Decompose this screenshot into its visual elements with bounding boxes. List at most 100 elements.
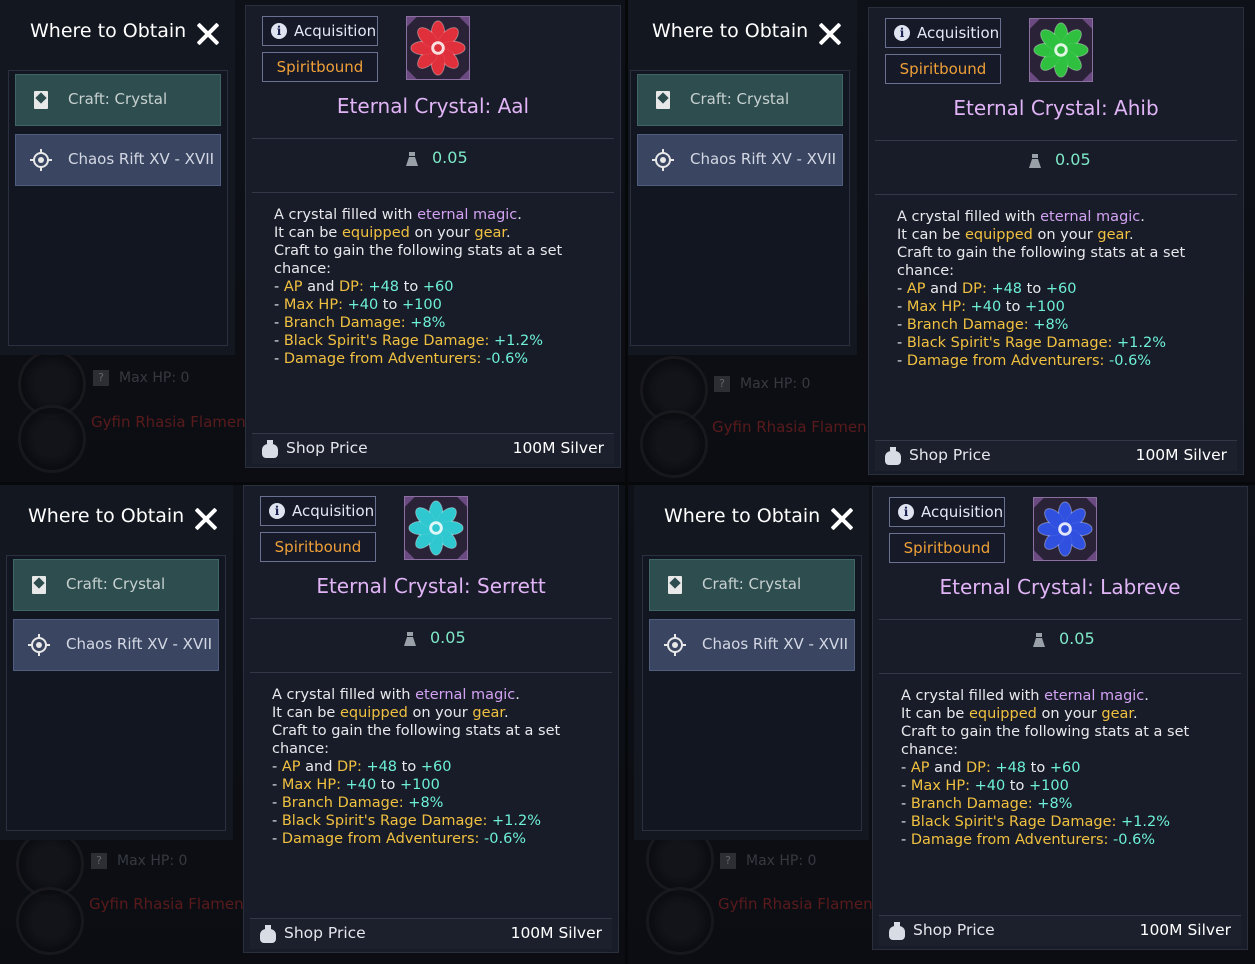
close-icon[interactable] bbox=[830, 507, 854, 531]
chaos-rift-button[interactable]: Chaos Rift XV - XVII bbox=[649, 619, 855, 671]
shop-price-label: Shop Price bbox=[286, 439, 368, 457]
craft-label: Craft: Crystal bbox=[702, 575, 802, 593]
craft-crystal-button[interactable]: Craft: Crystal bbox=[15, 74, 221, 126]
divider bbox=[250, 672, 612, 673]
background-stat: Max HP: 0 bbox=[746, 853, 817, 869]
stat-ap-dp: - AP and DP: +48 to +60 bbox=[901, 760, 1081, 776]
shop-price-row: Shop Price 100M Silver bbox=[250, 918, 612, 949]
shop-price-row: Shop Price 100M Silver bbox=[875, 440, 1237, 471]
item-view-3: ? Max HP: 0 Gyfin Rhasia Flamen Where to… bbox=[0, 485, 625, 964]
crystal-icon bbox=[1033, 497, 1097, 561]
acquisition-button[interactable]: i Acquisition bbox=[889, 497, 1005, 527]
craft-crystal-button[interactable]: Craft: Crystal bbox=[637, 74, 843, 126]
stat-max-hp: - Max HP: +40 to +100 bbox=[897, 299, 1065, 315]
stat-max-hp: - Max HP: +40 to +100 bbox=[272, 777, 440, 793]
spiritbound-badge: Spiritbound bbox=[885, 54, 1001, 84]
acquisition-button[interactable]: i Acquisition bbox=[262, 16, 378, 46]
stat-ap-dp: - AP and DP: +48 to +60 bbox=[272, 759, 452, 775]
item-view-1: ? Max HP: 0 Gyfin Rhasia Flamen Where to… bbox=[0, 0, 625, 482]
weight-value: 0.05 bbox=[1059, 629, 1095, 648]
item-description: A crystal filled with eternal magic. It … bbox=[274, 206, 594, 368]
stat-black-spirit-rage: - Black Spirit's Rage Damage: +1.2% bbox=[272, 813, 542, 829]
acquisition-button[interactable]: i Acquisition bbox=[260, 496, 376, 526]
divider bbox=[252, 192, 614, 193]
help-icon: ? bbox=[93, 370, 109, 386]
info-icon: i bbox=[269, 503, 285, 519]
shop-price-value: 100M Silver bbox=[1139, 921, 1231, 939]
weight-value: 0.05 bbox=[432, 148, 468, 167]
crystal-icon bbox=[1029, 18, 1093, 82]
rift-label: Chaos Rift XV - XVII bbox=[702, 635, 849, 653]
acquisition-label: Acquisition bbox=[917, 24, 1000, 42]
where-to-obtain-title: Where to Obtain bbox=[664, 505, 821, 527]
craft-icon bbox=[656, 91, 670, 109]
compass-icon bbox=[28, 634, 50, 656]
rift-label: Chaos Rift XV - XVII bbox=[690, 150, 837, 168]
where-to-obtain-panel: Where to Obtain Craft: Crystal Chaos Rif… bbox=[0, 0, 235, 355]
background-ring bbox=[16, 887, 84, 955]
where-to-obtain-panel: Where to Obtain Craft: Crystal Chaos Rif… bbox=[628, 0, 857, 355]
chaos-rift-button[interactable]: Chaos Rift XV - XVII bbox=[637, 134, 843, 186]
divider bbox=[879, 619, 1241, 620]
close-icon[interactable] bbox=[196, 22, 220, 46]
stat-max-hp: - Max HP: +40 to +100 bbox=[901, 778, 1069, 794]
craft-icon bbox=[34, 91, 48, 109]
item-description: A crystal filled with eternal magic. It … bbox=[901, 687, 1221, 849]
stat-black-spirit-rage: - Black Spirit's Rage Damage: +1.2% bbox=[897, 335, 1167, 351]
money-bag-icon bbox=[885, 447, 901, 465]
source-list: Craft: Crystal Chaos Rift XV - XVII bbox=[6, 555, 226, 831]
money-bag-icon bbox=[889, 922, 905, 940]
item-tooltip: i Acquisition Spiritbound Eternal Crysta… bbox=[872, 486, 1248, 950]
source-list: Craft: Crystal Chaos Rift XV - XVII bbox=[642, 555, 862, 831]
source-list: Craft: Crystal Chaos Rift XV - XVII bbox=[630, 70, 850, 346]
item-tooltip: i Acquisition Spiritbound Eternal Crysta… bbox=[868, 7, 1244, 475]
divider bbox=[252, 138, 614, 139]
item-title: Eternal Crystal: Aal bbox=[336, 94, 530, 118]
chaos-rift-button[interactable]: Chaos Rift XV - XVII bbox=[13, 619, 219, 671]
info-icon: i bbox=[894, 25, 910, 41]
weight-value: 0.05 bbox=[430, 628, 466, 647]
shop-price-value: 100M Silver bbox=[510, 924, 602, 942]
craft-label: Craft: Crystal bbox=[690, 90, 790, 108]
weight-icon bbox=[404, 632, 416, 646]
rift-label: Chaos Rift XV - XVII bbox=[68, 150, 215, 168]
shop-price-value: 100M Silver bbox=[512, 439, 604, 457]
stat-ap-dp: - AP and DP: +48 to +60 bbox=[897, 281, 1077, 297]
where-to-obtain-title: Where to Obtain bbox=[28, 505, 185, 527]
stat-damage-from-adventurers: - Damage from Adventurers: -0.6% bbox=[897, 353, 1152, 369]
craft-crystal-button[interactable]: Craft: Crystal bbox=[13, 559, 219, 611]
chaos-rift-button[interactable]: Chaos Rift XV - XVII bbox=[15, 134, 221, 186]
shop-price-row: Shop Price 100M Silver bbox=[252, 433, 614, 464]
acquisition-label: Acquisition bbox=[294, 22, 377, 40]
craft-crystal-button[interactable]: Craft: Crystal bbox=[649, 559, 855, 611]
acquisition-label: Acquisition bbox=[921, 503, 1004, 521]
stat-damage-from-adventurers: - Damage from Adventurers: -0.6% bbox=[901, 832, 1156, 848]
stat-branch-damage: - Branch Damage: +8% bbox=[274, 315, 446, 331]
item-description: A crystal filled with eternal magic. It … bbox=[897, 208, 1217, 370]
background-ring bbox=[640, 410, 708, 478]
crystal-icon bbox=[404, 496, 468, 560]
background-stat: Max HP: 0 bbox=[119, 370, 190, 386]
acquisition-button[interactable]: i Acquisition bbox=[885, 18, 1001, 48]
money-bag-icon bbox=[262, 440, 278, 458]
item-tooltip: i Acquisition Spiritbound Eternal Crysta… bbox=[243, 485, 619, 953]
compass-icon bbox=[664, 634, 686, 656]
shop-price-label: Shop Price bbox=[913, 921, 995, 939]
acquisition-label: Acquisition bbox=[292, 502, 375, 520]
divider bbox=[875, 140, 1237, 141]
item-title: Eternal Crystal: Labreve bbox=[939, 575, 1181, 599]
item-description: A crystal filled with eternal magic. It … bbox=[272, 686, 592, 848]
item-view-4: ? Max HP: 0 Gyfin Rhasia Flamen Where to… bbox=[628, 485, 1255, 964]
stat-branch-damage: - Branch Damage: +8% bbox=[897, 317, 1069, 333]
item-title: Eternal Crystal: Ahib bbox=[953, 96, 1159, 120]
close-icon[interactable] bbox=[194, 507, 218, 531]
shop-price-label: Shop Price bbox=[909, 446, 991, 464]
background-ring bbox=[18, 405, 86, 473]
close-icon[interactable] bbox=[818, 22, 842, 46]
help-icon: ? bbox=[714, 376, 730, 392]
weight-icon bbox=[1033, 633, 1045, 647]
shop-price-row: Shop Price 100M Silver bbox=[879, 915, 1241, 946]
item-title: Eternal Crystal: Serrett bbox=[316, 574, 546, 598]
stat-damage-from-adventurers: - Damage from Adventurers: -0.6% bbox=[274, 351, 529, 367]
info-icon: i bbox=[898, 504, 914, 520]
